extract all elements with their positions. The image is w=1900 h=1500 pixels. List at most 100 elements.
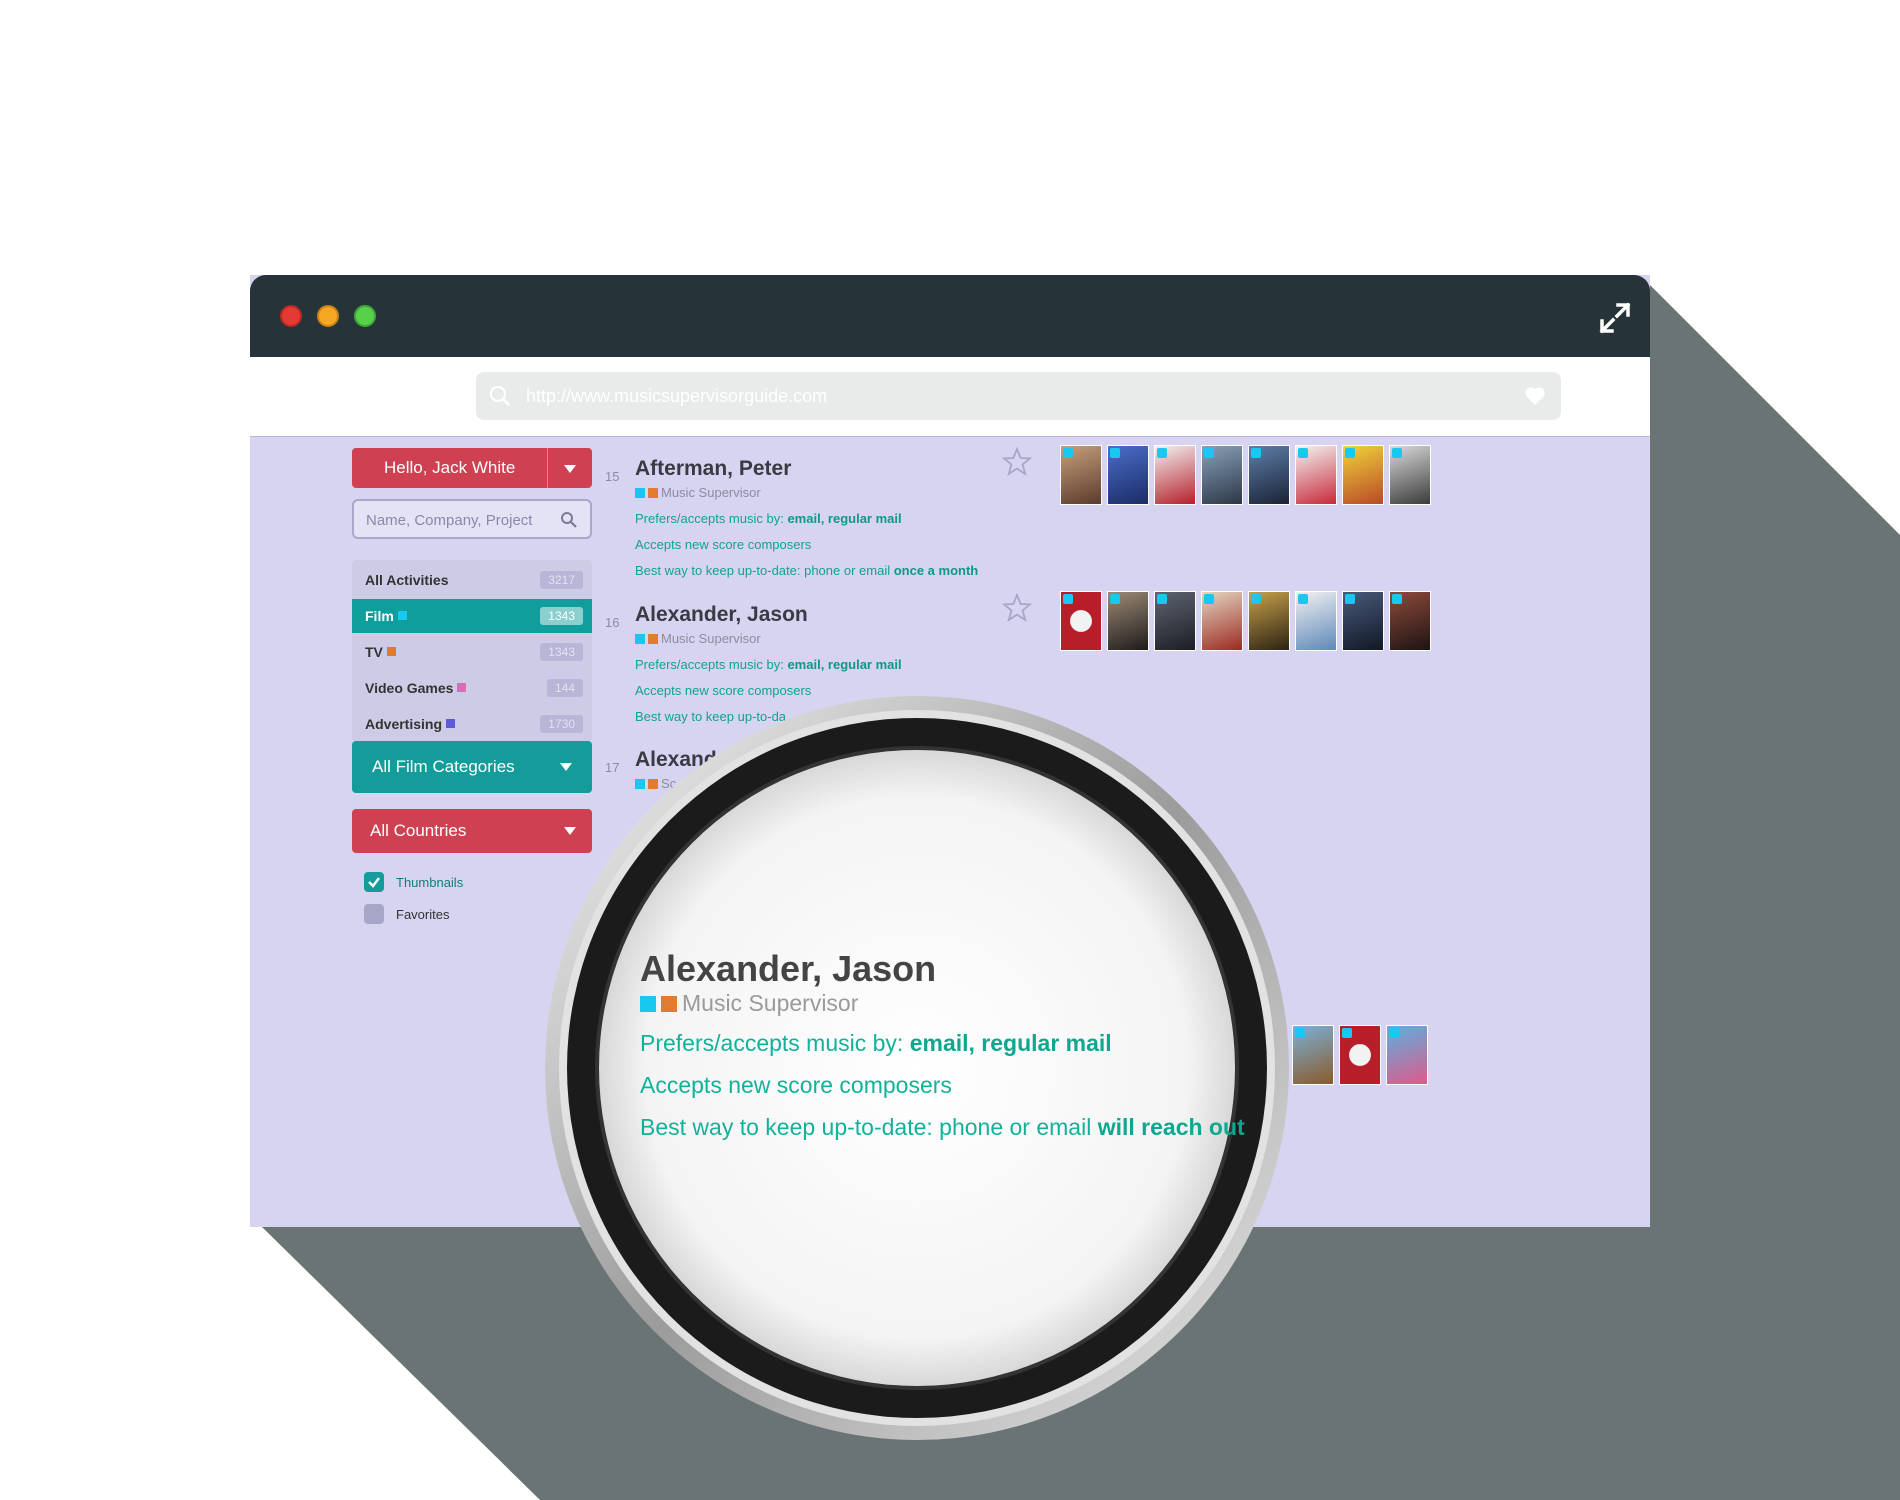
- poster-thumbnail[interactable]: [1342, 591, 1384, 651]
- search-input[interactable]: [366, 509, 556, 531]
- star-icon[interactable]: [1002, 447, 1032, 477]
- activity-count: 1343: [540, 643, 583, 661]
- activity-count: 3217: [540, 571, 583, 589]
- screenshot-stage: http://www.musicsupervisorguide.com Hell…: [0, 0, 1900, 1500]
- film-color-swatch: [635, 779, 645, 789]
- prefers-prefix: Prefers/accepts music by:: [635, 511, 788, 526]
- poster-thumbnail[interactable]: [1386, 1025, 1428, 1085]
- tv-color-swatch: [648, 634, 658, 644]
- prefers-line: Prefers/accepts music by: email, regular…: [635, 511, 902, 526]
- best-value: once a month: [893, 563, 979, 578]
- thumbnails-checkbox[interactable]: [364, 872, 384, 892]
- activity-film[interactable]: Film 1343: [352, 599, 592, 633]
- favorites-label[interactable]: Favorites: [396, 907, 449, 922]
- prefers-prefix: Prefers/accepts music by:: [640, 1030, 910, 1056]
- user-greeting: Hello, Jack White: [384, 458, 516, 477]
- film-categories-dropdown[interactable]: All Film Categories: [352, 741, 592, 793]
- tv-color-swatch: [661, 996, 677, 1012]
- tv-color-swatch: [648, 779, 658, 789]
- url-text[interactable]: http://www.musicsupervisorguide.com: [526, 386, 827, 407]
- poster-thumbnails: [1060, 591, 1431, 651]
- magnified-supervisor-role: Music Supervisor: [640, 990, 858, 1017]
- prefers-value: email, regular mail: [787, 511, 902, 526]
- film-color-swatch: [635, 634, 645, 644]
- best-way-line: Best way to keep up-to-date: phone or em…: [635, 563, 978, 578]
- poster-thumbnail[interactable]: [1060, 445, 1102, 505]
- checkmark-icon: [368, 877, 380, 888]
- supervisor-role: Music Supervisor: [635, 485, 761, 500]
- poster-thumbnail[interactable]: [1342, 445, 1384, 505]
- activity-advertising[interactable]: Advertising 1730: [352, 707, 592, 741]
- title-bar: [250, 275, 1650, 357]
- best-prefix: Best way to keep up-to-date: phone or em…: [640, 1114, 1098, 1140]
- poster-thumbnail[interactable]: [1154, 445, 1196, 505]
- magnifier-lens: [545, 696, 1289, 1440]
- magnified-accepts-line: Accepts new score composers: [640, 1072, 952, 1098]
- countries-dropdown[interactable]: All Countries: [352, 809, 592, 853]
- best-prefix: Best way to keep up-to-date: phone or em…: [635, 563, 894, 578]
- address-bar[interactable]: http://www.musicsupervisorguide.com: [476, 372, 1561, 420]
- film-reel-icon[interactable]: [1060, 591, 1102, 651]
- activity-label: Film: [365, 608, 394, 624]
- prefers-line: Prefers/accepts music by: email, regular…: [635, 657, 902, 672]
- search-icon[interactable]: [560, 511, 578, 529]
- supervisor-entry: 15 Afterman, Peter Music Supervisor Pref…: [605, 457, 1035, 578]
- search-field[interactable]: [352, 499, 592, 539]
- poster-thumbnail[interactable]: [1154, 591, 1196, 651]
- favorites-checkbox[interactable]: [364, 904, 384, 924]
- poster-thumbnails: [1060, 445, 1431, 505]
- thumbnails-label[interactable]: Thumbnails: [396, 875, 463, 890]
- role-text: Music Supervisor: [682, 990, 859, 1016]
- supervisor-name[interactable]: Alexander, Jason: [635, 603, 808, 627]
- best-way-line: Best way to keep up-to-da: [635, 709, 787, 724]
- activity-video-games[interactable]: Video Games 144: [352, 671, 592, 705]
- poster-thumbnail[interactable]: [1295, 445, 1337, 505]
- button-divider: [547, 448, 548, 488]
- poster-thumbnail[interactable]: [1107, 445, 1149, 505]
- activity-label: Video Games: [365, 680, 454, 696]
- poster-thumbnail[interactable]: [1201, 445, 1243, 505]
- chevron-down-icon: [564, 827, 576, 835]
- activity-label: Advertising: [365, 716, 443, 732]
- film-categories-label: All Film Categories: [372, 757, 515, 776]
- supervisor-name[interactable]: Afterman, Peter: [635, 457, 791, 481]
- activity-all[interactable]: All Activities 3217: [352, 563, 592, 597]
- chevron-down-icon: [564, 465, 576, 473]
- close-window-button[interactable]: [280, 305, 302, 327]
- magnified-best-way-line: Best way to keep up-to-date: phone or em…: [640, 1114, 1245, 1141]
- user-menu-button[interactable]: Hello, Jack White: [352, 448, 592, 488]
- activity-count: 1343: [540, 607, 583, 625]
- film-color-swatch: [640, 996, 656, 1012]
- poster-thumbnail[interactable]: [1201, 591, 1243, 651]
- film-reel-icon[interactable]: [1339, 1025, 1381, 1085]
- magnified-prefers-line: Prefers/accepts music by: email, regular…: [640, 1030, 1112, 1057]
- activity-tv[interactable]: TV 1343: [352, 635, 592, 669]
- film-color-swatch: [635, 488, 645, 498]
- poster-thumbnail[interactable]: [1389, 591, 1431, 651]
- best-value: will reach out: [1097, 1114, 1245, 1140]
- activity-label: All Activities: [365, 572, 449, 588]
- star-icon[interactable]: [1002, 593, 1032, 623]
- activity-count: 144: [546, 679, 583, 697]
- prefers-value: email, regular mail: [909, 1030, 1112, 1056]
- entry-number: 17: [605, 760, 620, 775]
- tv-color-swatch: [648, 488, 658, 498]
- poster-thumbnail[interactable]: [1295, 591, 1337, 651]
- address-bar-area: http://www.musicsupervisorguide.com: [250, 357, 1650, 437]
- expand-icon[interactable]: [1598, 301, 1632, 335]
- poster-thumbnail[interactable]: [1292, 1025, 1334, 1085]
- minimize-window-button[interactable]: [317, 305, 339, 327]
- tv-color-swatch: [386, 647, 396, 656]
- film-color-swatch: [397, 611, 407, 620]
- search-icon: [489, 385, 510, 406]
- heart-icon[interactable]: [1523, 384, 1547, 408]
- poster-thumbnail[interactable]: [1107, 591, 1149, 651]
- activity-count: 1730: [540, 715, 583, 733]
- poster-thumbnail[interactable]: [1389, 445, 1431, 505]
- poster-thumbnail[interactable]: [1248, 591, 1290, 651]
- activity-label: TV: [365, 644, 383, 660]
- activity-filter-list: All Activities 3217 Film 1343 TV 1343 Vi…: [352, 560, 592, 742]
- role-text: Music Supervisor: [661, 485, 761, 500]
- zoom-window-button[interactable]: [354, 305, 376, 327]
- poster-thumbnail[interactable]: [1248, 445, 1290, 505]
